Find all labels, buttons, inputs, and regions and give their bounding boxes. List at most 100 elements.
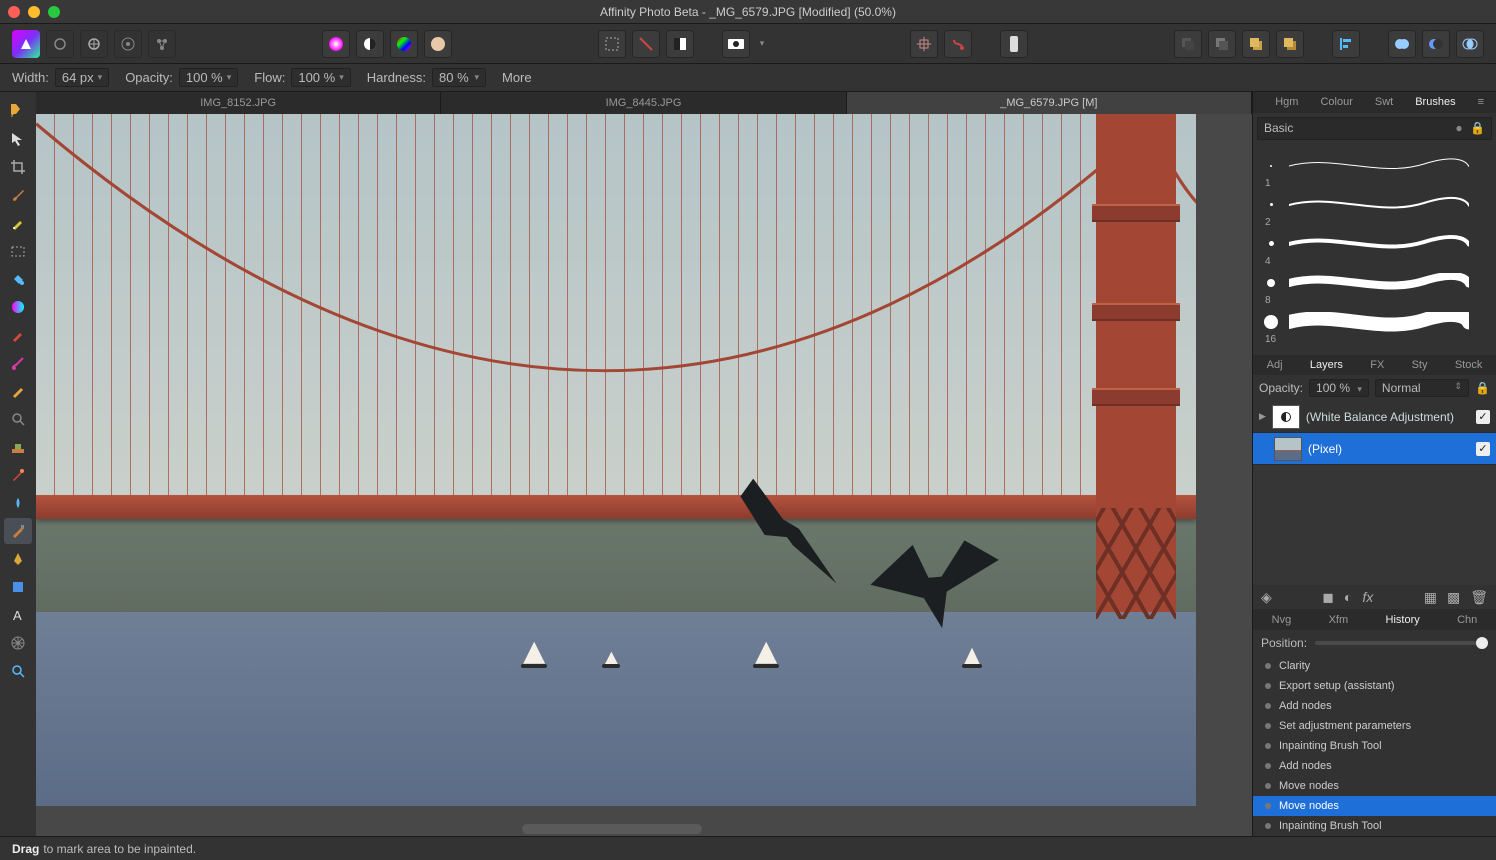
- document-tab[interactable]: IMG_8445.JPG: [441, 92, 846, 114]
- smudge-tool[interactable]: [4, 490, 32, 516]
- tab-histogram[interactable]: Hgm: [1269, 96, 1304, 108]
- tab-brushes[interactable]: Brushes: [1409, 96, 1461, 108]
- crop-tool[interactable]: [4, 154, 32, 180]
- export-persona-button[interactable]: [148, 30, 176, 58]
- dropdown-caret-icon[interactable]: ▾: [760, 38, 765, 49]
- layer-row[interactable]: (Pixel)✓: [1253, 433, 1496, 465]
- pen-tool[interactable]: [4, 546, 32, 572]
- layer-blend-icon[interactable]: ◈: [1261, 589, 1272, 606]
- history-item[interactable]: Set adjustment parameters: [1253, 716, 1496, 736]
- rectangle-tool[interactable]: [4, 574, 32, 600]
- tab-navigator[interactable]: Nvg: [1266, 614, 1298, 626]
- document-canvas[interactable]: [36, 114, 1196, 806]
- document-tab[interactable]: _MG_6579.JPG [M]: [847, 92, 1252, 114]
- develop-persona-button[interactable]: [80, 30, 108, 58]
- tools-panel: A: [0, 92, 36, 836]
- layer-opacity-value[interactable]: 100 % ▾: [1309, 379, 1369, 397]
- healing-tool[interactable]: [4, 462, 32, 488]
- tab-fx[interactable]: FX: [1364, 359, 1390, 371]
- history-item[interactable]: Move nodes: [1253, 796, 1496, 816]
- more-button[interactable]: More: [502, 70, 532, 85]
- tab-transform[interactable]: Xfm: [1323, 614, 1355, 626]
- tone-button[interactable]: [424, 30, 452, 58]
- color-chooser-button[interactable]: [390, 30, 418, 58]
- tab-layers[interactable]: Layers: [1304, 359, 1349, 371]
- tone-mapping-persona-button[interactable]: [114, 30, 142, 58]
- gradient-tool[interactable]: [4, 294, 32, 320]
- add-layer-icon[interactable]: ▦: [1424, 589, 1437, 606]
- window-close-button[interactable]: [8, 6, 20, 18]
- history-item[interactable]: Inpainting Brush Tool: [1253, 816, 1496, 836]
- arrange-back-button[interactable]: [1174, 30, 1202, 58]
- history-item[interactable]: Export setup (assistant): [1253, 676, 1496, 696]
- align-button[interactable]: [1332, 30, 1360, 58]
- flood-fill-tool[interactable]: [4, 266, 32, 292]
- arrange-front-button[interactable]: [1276, 30, 1304, 58]
- force-pixel-alignment-button[interactable]: [944, 30, 972, 58]
- fx-icon[interactable]: fx: [1362, 589, 1373, 606]
- delete-layer-icon[interactable]: 🗑: [1470, 589, 1488, 606]
- move-tool[interactable]: [4, 126, 32, 152]
- tab-channels[interactable]: Chn: [1451, 614, 1483, 626]
- zoom-blur-tool[interactable]: [4, 406, 32, 432]
- flow-value[interactable]: 100 %▾: [291, 68, 350, 87]
- hardness-value[interactable]: 80 %▾: [432, 68, 486, 87]
- selection-marquee-button[interactable]: [598, 30, 626, 58]
- window-zoom-button[interactable]: [48, 6, 60, 18]
- paint-brush-tool[interactable]: [4, 182, 32, 208]
- adjustment-icon[interactable]: ◐: [1344, 589, 1352, 606]
- zoom-tool[interactable]: [4, 658, 32, 684]
- color-replacement-tool[interactable]: [4, 210, 32, 236]
- history-item[interactable]: Add nodes: [1253, 696, 1496, 716]
- width-value[interactable]: 64 px▾: [55, 68, 109, 87]
- selection-invert-button[interactable]: [632, 30, 660, 58]
- tab-swatches[interactable]: Swt: [1369, 96, 1399, 108]
- photo-persona-button[interactable]: [12, 30, 40, 58]
- lock-icon[interactable]: 🔒: [1475, 381, 1490, 395]
- marquee-tool[interactable]: [4, 238, 32, 264]
- snapping-button[interactable]: [910, 30, 938, 58]
- arrange-forward-button[interactable]: [1242, 30, 1270, 58]
- horizontal-scrollbar[interactable]: [522, 824, 702, 834]
- history-item[interactable]: Add nodes: [1253, 756, 1496, 776]
- history-item[interactable]: Inpainting Brush Tool: [1253, 736, 1496, 756]
- opacity-value[interactable]: 100 %▾: [179, 68, 238, 87]
- tab-styles[interactable]: Sty: [1406, 359, 1434, 371]
- dodge-tool[interactable]: [4, 434, 32, 460]
- layers-toolbar: ◈ ◼ ◐ fx ▦ ▩ 🗑: [1253, 585, 1496, 609]
- window-minimize-button[interactable]: [28, 6, 40, 18]
- clone-tool[interactable]: [4, 350, 32, 376]
- inpainting-brush-tool[interactable]: [4, 518, 32, 544]
- arrange-backward-button[interactable]: [1208, 30, 1236, 58]
- liquify-persona-button[interactable]: [46, 30, 74, 58]
- document-tab[interactable]: IMG_8152.JPG: [36, 92, 441, 114]
- history-position-slider[interactable]: [1315, 641, 1488, 645]
- text-tool[interactable]: A: [4, 602, 32, 628]
- mesh-tool[interactable]: [4, 630, 32, 656]
- history-item[interactable]: Move nodes: [1253, 776, 1496, 796]
- color-wheel-button[interactable]: [322, 30, 350, 58]
- layer-row[interactable]: ▶(White Balance Adjustment)✓: [1253, 401, 1496, 433]
- mid-panel-tabs: Adj Layers FX Sty Stock: [1253, 355, 1496, 376]
- view-tool[interactable]: [4, 98, 32, 124]
- brush-category-select[interactable]: Basic ⦁🔒: [1257, 117, 1492, 140]
- assistant-button[interactable]: [1000, 30, 1028, 58]
- quick-mask-button[interactable]: [722, 30, 750, 58]
- subtract-button[interactable]: [1422, 30, 1450, 58]
- add-pixel-layer-icon[interactable]: ▩: [1447, 589, 1460, 606]
- erase-tool[interactable]: [4, 322, 32, 348]
- tab-adjustments[interactable]: Adj: [1261, 359, 1289, 371]
- tab-colour[interactable]: Colour: [1314, 96, 1358, 108]
- intersect-button[interactable]: [1456, 30, 1484, 58]
- add-button[interactable]: [1388, 30, 1416, 58]
- canvas-area[interactable]: [36, 114, 1252, 836]
- history-item[interactable]: Clarity: [1253, 656, 1496, 676]
- tab-history[interactable]: History: [1380, 614, 1426, 626]
- blend-mode-select[interactable]: Normal⇕: [1375, 379, 1469, 397]
- mask-icon[interactable]: ◼: [1322, 589, 1334, 606]
- tab-stock[interactable]: Stock: [1449, 359, 1489, 371]
- split-view-button[interactable]: [356, 30, 384, 58]
- panel-menu-icon[interactable]: ≡: [1472, 96, 1490, 108]
- refine-selection-button[interactable]: [666, 30, 694, 58]
- pencil-tool[interactable]: [4, 378, 32, 404]
